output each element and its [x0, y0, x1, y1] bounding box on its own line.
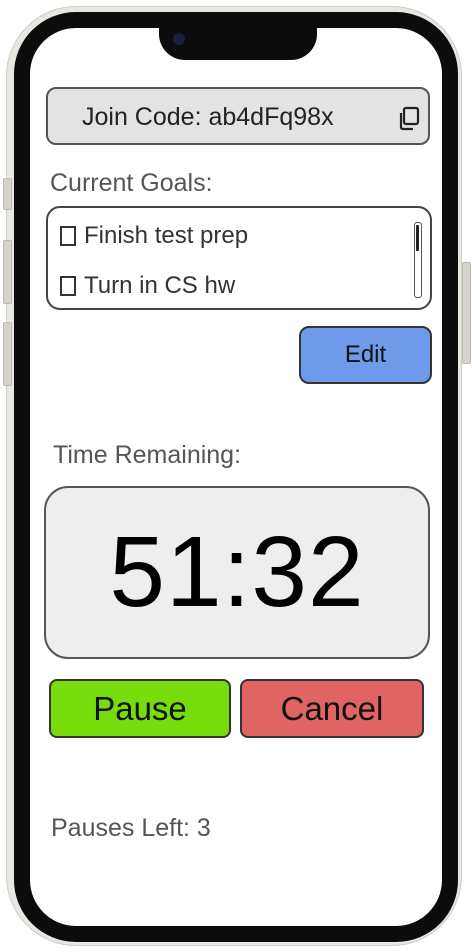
phone-screen	[30, 28, 442, 926]
volume-down-button	[3, 322, 12, 386]
timer-value: 51:32	[109, 516, 365, 628]
silent-switch	[3, 178, 12, 210]
goals-scrollbar[interactable]	[414, 222, 422, 298]
goals-list[interactable]: Finish test prep Turn in CS hw	[46, 206, 432, 310]
volume-up-button	[3, 240, 12, 304]
goal-checkbox[interactable]	[60, 276, 76, 296]
copy-icon[interactable]	[396, 105, 422, 131]
goal-label: Turn in CS hw	[84, 272, 236, 299]
scrollbar-thumb[interactable]	[416, 225, 419, 251]
power-button	[462, 262, 471, 364]
join-code-text: Join Code: ab4dFq98x	[82, 103, 334, 131]
join-code-bar: Join Code: ab4dFq98x	[46, 87, 430, 145]
camera-icon	[173, 33, 185, 45]
goal-item[interactable]: Turn in CS hw	[60, 272, 235, 300]
current-goals-heading: Current Goals:	[50, 169, 213, 197]
goal-checkbox[interactable]	[60, 226, 76, 246]
timer-display: 51:32	[44, 486, 430, 659]
goal-label: Finish test prep	[84, 222, 249, 249]
pause-button[interactable]: Pause	[49, 679, 231, 738]
edit-goals-button[interactable]: Edit	[299, 326, 432, 384]
pauses-left-text: Pauses Left: 3	[51, 814, 211, 842]
time-remaining-heading: Time Remaining:	[53, 441, 242, 469]
cancel-button[interactable]: Cancel	[240, 679, 424, 738]
goal-item[interactable]: Finish test prep	[60, 222, 248, 250]
